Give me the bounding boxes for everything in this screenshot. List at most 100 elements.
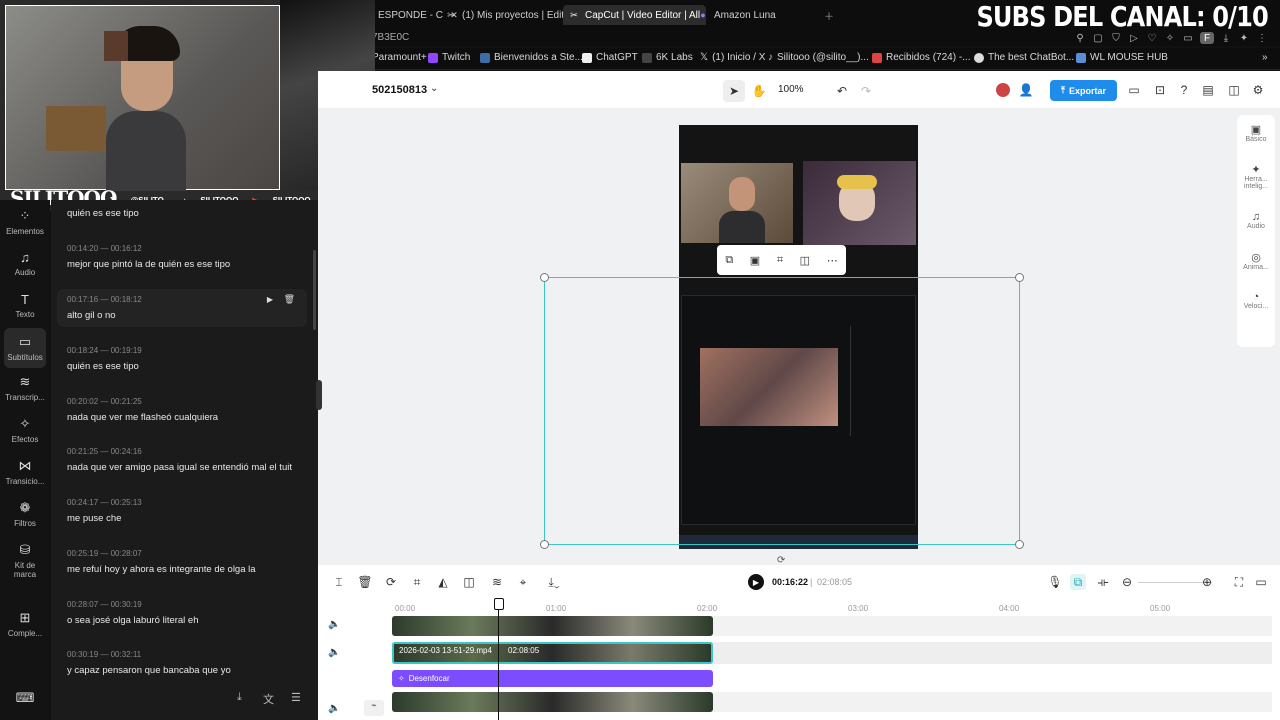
nav-subtitles[interactable]: ▭ Subtítulos [4, 328, 46, 368]
download-icon[interactable]: ⤓⌄ [542, 575, 566, 589]
zoom-in-icon[interactable]: ⊕ [1200, 575, 1214, 589]
export-button[interactable]: ⤒ Exportar [1050, 80, 1117, 101]
resize-handle[interactable] [1015, 540, 1024, 549]
split-icon[interactable]: ⌶ [332, 575, 346, 589]
mirror-icon[interactable]: ◭ [436, 575, 450, 589]
main-video-clip[interactable]: 2026-02-03 13-51-29.mp4 02:08:05 [392, 642, 713, 664]
nav-filters[interactable]: ❁ Filtros [0, 500, 50, 528]
undo-icon[interactable]: ↶ [834, 80, 850, 102]
translate-icon[interactable]: 文 [263, 691, 274, 707]
panel-speed[interactable]: ◔ Veloci... [1237, 291, 1275, 310]
shield-icon[interactable]: ⛉ [1110, 32, 1122, 44]
speaker-icon[interactable]: 🔈 [328, 619, 340, 630]
loop-icon[interactable]: ⟳ [384, 575, 398, 589]
subtitle-item[interactable]: 00:28:07 — 00:30:19 o sea josé olga labur… [67, 600, 307, 626]
folder-icon[interactable]: ▭ [1182, 32, 1194, 44]
zoom-level[interactable]: 100% [778, 84, 804, 95]
feedback-icon[interactable]: ▭ [1254, 575, 1268, 589]
nav-elements[interactable]: ⁘ Elementos [0, 208, 50, 236]
bookmark-wlmouse[interactable]: WL MOUSE HUB [1076, 52, 1168, 63]
resize-handle[interactable] [540, 273, 549, 282]
nav-effects[interactable]: ✧ Efectos [0, 416, 50, 444]
more-icon[interactable]: ⋯ [827, 254, 838, 267]
bookmark-gmail[interactable]: Recibidos (724) -... [872, 52, 970, 63]
snap-icon[interactable]: ⧉ [1070, 574, 1086, 590]
play-icon[interactable]: ▶ [267, 295, 273, 304]
panel-smart-tools[interactable]: ✦ Herra... intelig... [1237, 163, 1275, 190]
video-clip-top[interactable] [392, 616, 713, 636]
download-icon[interactable]: ⤓ [237, 691, 242, 704]
ai-icon[interactable]: ✦ [1238, 32, 1250, 44]
redo-icon[interactable]: ↷ [858, 80, 874, 102]
panel-audio[interactable]: ♫ Audio [1237, 211, 1275, 230]
nav-brand-kit[interactable]: ⛁ Kit de marca [0, 542, 50, 579]
profile-avatar[interactable]: F [1200, 32, 1214, 44]
fullscreen-icon[interactable]: ⛶ [1232, 575, 1246, 589]
storage-icon[interactable]: ▤ [1200, 81, 1216, 99]
new-tab-button[interactable]: ＋ [818, 5, 840, 25]
nav-audio[interactable]: ♫ Audio [0, 250, 50, 277]
bookmark-tiktok[interactable]: ♪ Silitooo (@silito__)... [768, 52, 869, 63]
layout-icon[interactable]: ◫ [1226, 81, 1242, 99]
present-icon[interactable]: ▭ [1126, 81, 1142, 99]
screenshot-icon[interactable]: ▢ [1092, 32, 1104, 44]
adjust-icon[interactable]: ≋ [490, 575, 504, 589]
panel-animation[interactable]: ◎ Anima... [1237, 251, 1275, 271]
nav-transitions[interactable]: ⋈ Transicio... [0, 458, 50, 486]
bookmark-chatbot[interactable]: The best ChatBot... [974, 52, 1074, 63]
link-icon[interactable]: ⌁ [364, 700, 384, 716]
play-button[interactable]: ▶ [748, 574, 764, 590]
effect-clip[interactable]: ✧ Desenfocar [392, 670, 713, 687]
help-icon[interactable]: ? [1176, 81, 1192, 99]
crop-icon[interactable]: ⌗ [777, 254, 783, 267]
playhead-handle[interactable] [493, 598, 504, 610]
download-icon[interactable]: ⤓ [1220, 32, 1232, 44]
subtitle-item[interactable]: 00:25:19 — 00:28:07 me refuí hoy y ahora … [67, 549, 307, 575]
chevron-down-icon[interactable]: ⌄ [430, 83, 438, 94]
replace-icon[interactable]: ⧉ [725, 254, 733, 267]
menu-icon[interactable]: ⋮ [1256, 32, 1268, 44]
play-icon[interactable]: ▷ [1128, 32, 1140, 44]
bookmark-chatgpt[interactable]: ChatGPT [582, 52, 638, 63]
extension-icon[interactable]: ⚲ [1074, 32, 1086, 44]
bookmark-paramount[interactable]: Paramount+ [372, 52, 427, 63]
panel-collapse-handle[interactable] [316, 380, 322, 410]
video-clip-bottom[interactable] [392, 692, 713, 712]
speaker-icon[interactable]: 🔈 [328, 647, 340, 658]
project-title[interactable]: 502150813 [372, 84, 427, 96]
select-tool-icon[interactable]: ➤ [723, 80, 745, 102]
settings-gear-icon[interactable]: ⚙ [1250, 81, 1266, 99]
bookmark-x[interactable]: 𝕏 (1) Inicio / X [700, 52, 765, 63]
panel-basic[interactable]: ▣ Básico [1237, 123, 1275, 143]
flip-icon[interactable]: ◫ [462, 575, 476, 589]
preview-canvas[interactable]: ⧉ ▣ ⌗ ◫ ⋯ ⟳ [318, 109, 1240, 566]
zoom-out-icon[interactable]: ⊖ [1120, 575, 1134, 589]
resize-handle[interactable] [540, 540, 549, 549]
heart-icon[interactable]: ♡ [1146, 32, 1158, 44]
playhead[interactable] [493, 598, 504, 720]
nav-plugins[interactable]: ⊞ Comple... [0, 610, 50, 638]
subtitle-item[interactable]: quién es ese tipo [67, 208, 307, 219]
user-avatar[interactable] [996, 83, 1010, 97]
subtitle-item[interactable]: 00:18:24 — 00:19:19 quién es ese tipo [67, 346, 307, 372]
subtitle-item[interactable]: 00:17:16 — 00:18:12 alto gil o no ▶ 🗑 [57, 289, 307, 327]
microphone-icon[interactable]: 🎙 [1047, 575, 1062, 589]
mask-icon[interactable]: ◫ [800, 254, 810, 267]
subtitle-item[interactable]: 00:20:02 — 00:21:25 nada que ver me flash… [67, 397, 307, 423]
tab-2[interactable]: ✂ (1) Mis proyectos | Edito [440, 5, 576, 25]
puzzle-icon[interactable]: ✧ [1164, 32, 1176, 44]
frame-icon[interactable]: ▣ [750, 254, 760, 267]
nav-text[interactable]: T Texto [0, 292, 50, 319]
hand-tool-icon[interactable]: ✋ [748, 80, 770, 102]
scrollbar[interactable] [313, 250, 316, 330]
tab-4[interactable]: ● Amazon Luna [692, 5, 782, 25]
list-settings-icon[interactable]: ☰ [291, 691, 301, 704]
bookmark-6klabs[interactable]: 6K Labs [642, 52, 693, 63]
bookmark-twitch[interactable]: Twitch [428, 52, 470, 63]
add-user-icon[interactable]: 👤 [1018, 81, 1034, 99]
record-icon[interactable]: ⊡ [1152, 81, 1168, 99]
nav-transcript[interactable]: ≋ Transcrip... [0, 374, 50, 402]
subtitle-item[interactable]: 00:30:19 — 00:32:11 y capaz pensaron que … [67, 650, 307, 676]
nav-keyboard[interactable]: ⌨ [0, 690, 50, 709]
bookmarks-menu[interactable]: » [1262, 52, 1268, 63]
